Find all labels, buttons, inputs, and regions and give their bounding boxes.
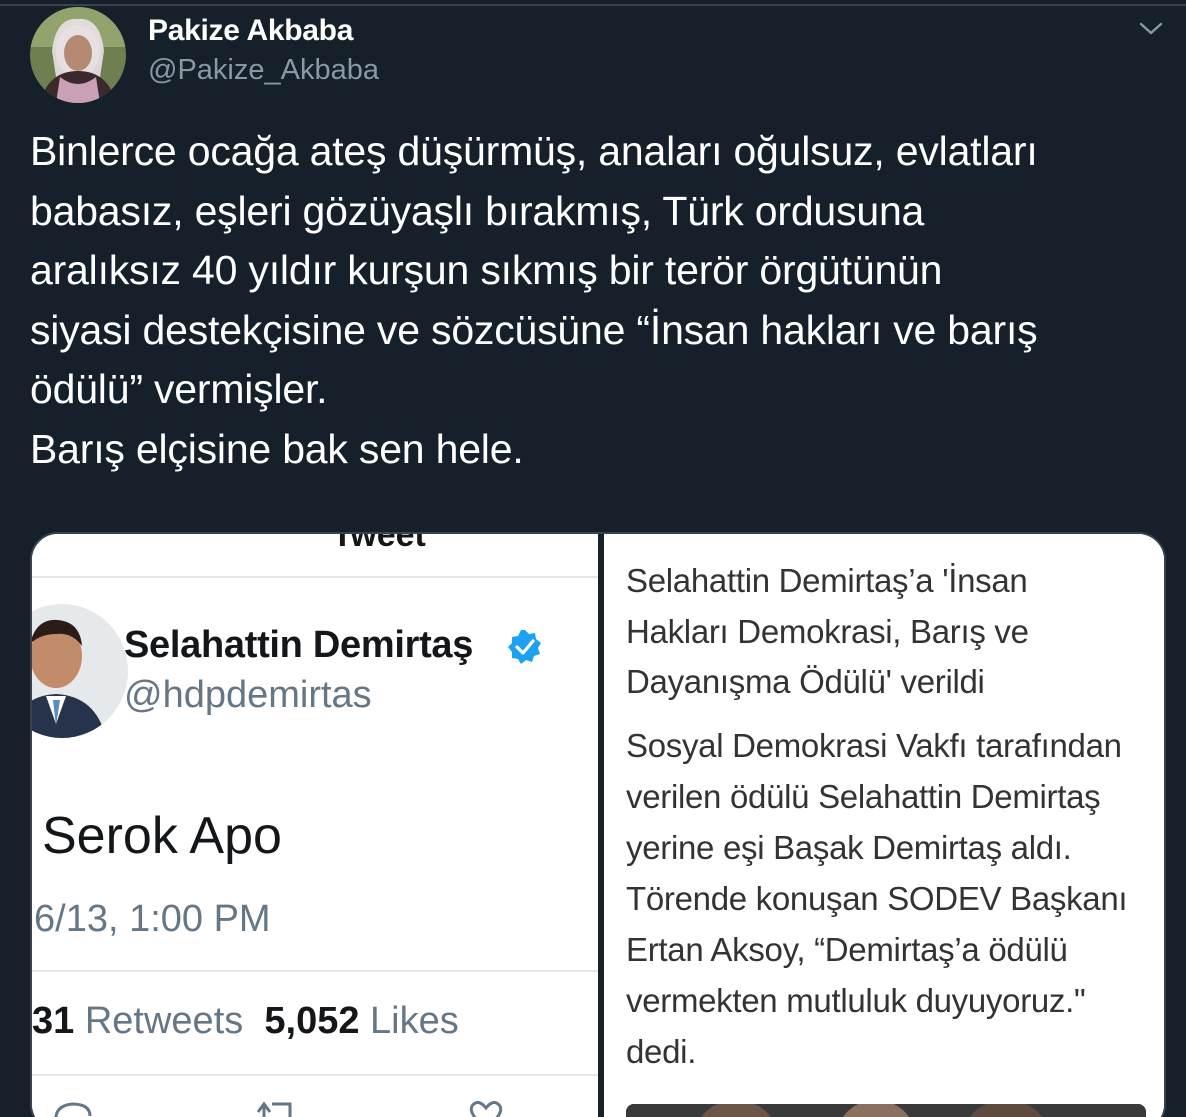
screenshot-timestamp: 6/13, 1:00 PM	[34, 898, 271, 940]
headline-line: Hakları Demokrasi, Barış ve	[626, 612, 1029, 650]
retweet-count: 31	[32, 1000, 75, 1042]
divider	[32, 1074, 598, 1076]
screenshot-author-name: Selahattin Demirtaş	[124, 624, 474, 666]
author-avatar[interactable]	[30, 7, 126, 103]
tweet-text-line: Binlerce ocağa ateş düşürmüş, anaları oğ…	[30, 128, 1038, 174]
like-count: 5,052	[264, 1000, 360, 1042]
body-line: yerine eşi Başak Demirtaş aldı.	[626, 829, 1072, 866]
divider	[32, 970, 598, 972]
top-divider	[0, 4, 1186, 6]
news-headline: Selahattin Demirtaş’a 'İnsan Hakları Dem…	[626, 556, 1156, 708]
body-line: Sosyal Demokrasi Vakfı tarafından	[626, 727, 1122, 764]
like-label: Likes	[370, 1000, 459, 1042]
screenshot-header: Tweet	[332, 534, 426, 554]
body-line: dedi.	[626, 1033, 697, 1070]
screenshot-action-bar	[32, 1094, 598, 1117]
like-icon	[469, 1101, 503, 1117]
tweet-text-line: babasız, eşleri gözüyaşlı bırakmış, Türk…	[30, 187, 925, 234]
screenshot-stats: 31 Retweets 5,052 Likes	[32, 1000, 459, 1043]
screenshot-avatar	[32, 604, 128, 738]
author-handle[interactable]: @Pakize_Akbaba	[148, 54, 379, 87]
reply-icon	[54, 1102, 92, 1117]
body-line: Ertan Aksoy, “Demirtaş’a ödülü	[626, 931, 1068, 968]
tweet-media[interactable]: Tweet Selahattin Demirtaş @hdpdemirtas S…	[30, 532, 1166, 1117]
body-line: vermekten mutluluk duyuyoruz."	[626, 982, 1086, 1019]
news-photo	[626, 1104, 1146, 1117]
media-image-left[interactable]: Tweet Selahattin Demirtaş @hdpdemirtas S…	[32, 534, 598, 1117]
headline-line: Selahattin Demirtaş’a 'İnsan	[626, 562, 1028, 599]
body-line: Törende konuşan SODEV Başkanı	[626, 880, 1128, 917]
author-display-name[interactable]: Pakize Akbaba	[148, 14, 353, 48]
tweet-text-line: aralıksız 40 yıldır kurşun sıkmış bir te…	[30, 247, 943, 293]
screenshot-tweet-text: Serok Apo	[42, 807, 282, 865]
chevron-down-icon[interactable]	[1136, 16, 1166, 40]
tweet-text-line: ödülü” vermişler.	[30, 366, 328, 412]
news-body: Sosyal Demokrasi Vakfı tarafından verile…	[626, 720, 1156, 1077]
headline-line: Dayanışma Ödülü' verildi	[626, 663, 985, 700]
tweet-text-line: Barış elçisine bak sen hele.	[30, 425, 524, 472]
verified-badge-icon	[506, 628, 544, 666]
retweet-label: Retweets	[84, 1000, 244, 1042]
tweet-text-line: siyasi destekçisine ve sözcüsüne “İnsan …	[30, 306, 1038, 353]
tweet-text: Binlerce ocağa ateş düşürmüş, anaları oğ…	[30, 122, 1180, 479]
divider	[32, 576, 598, 578]
screenshot-author-handle: @hdpdemirtas	[124, 674, 372, 716]
retweet-icon	[256, 1101, 292, 1117]
body-line: verilen ödülü Selahattin Demirtaş	[626, 778, 1101, 815]
media-image-right[interactable]: Selahattin Demirtaş’a 'İnsan Hakları Dem…	[604, 534, 1164, 1117]
